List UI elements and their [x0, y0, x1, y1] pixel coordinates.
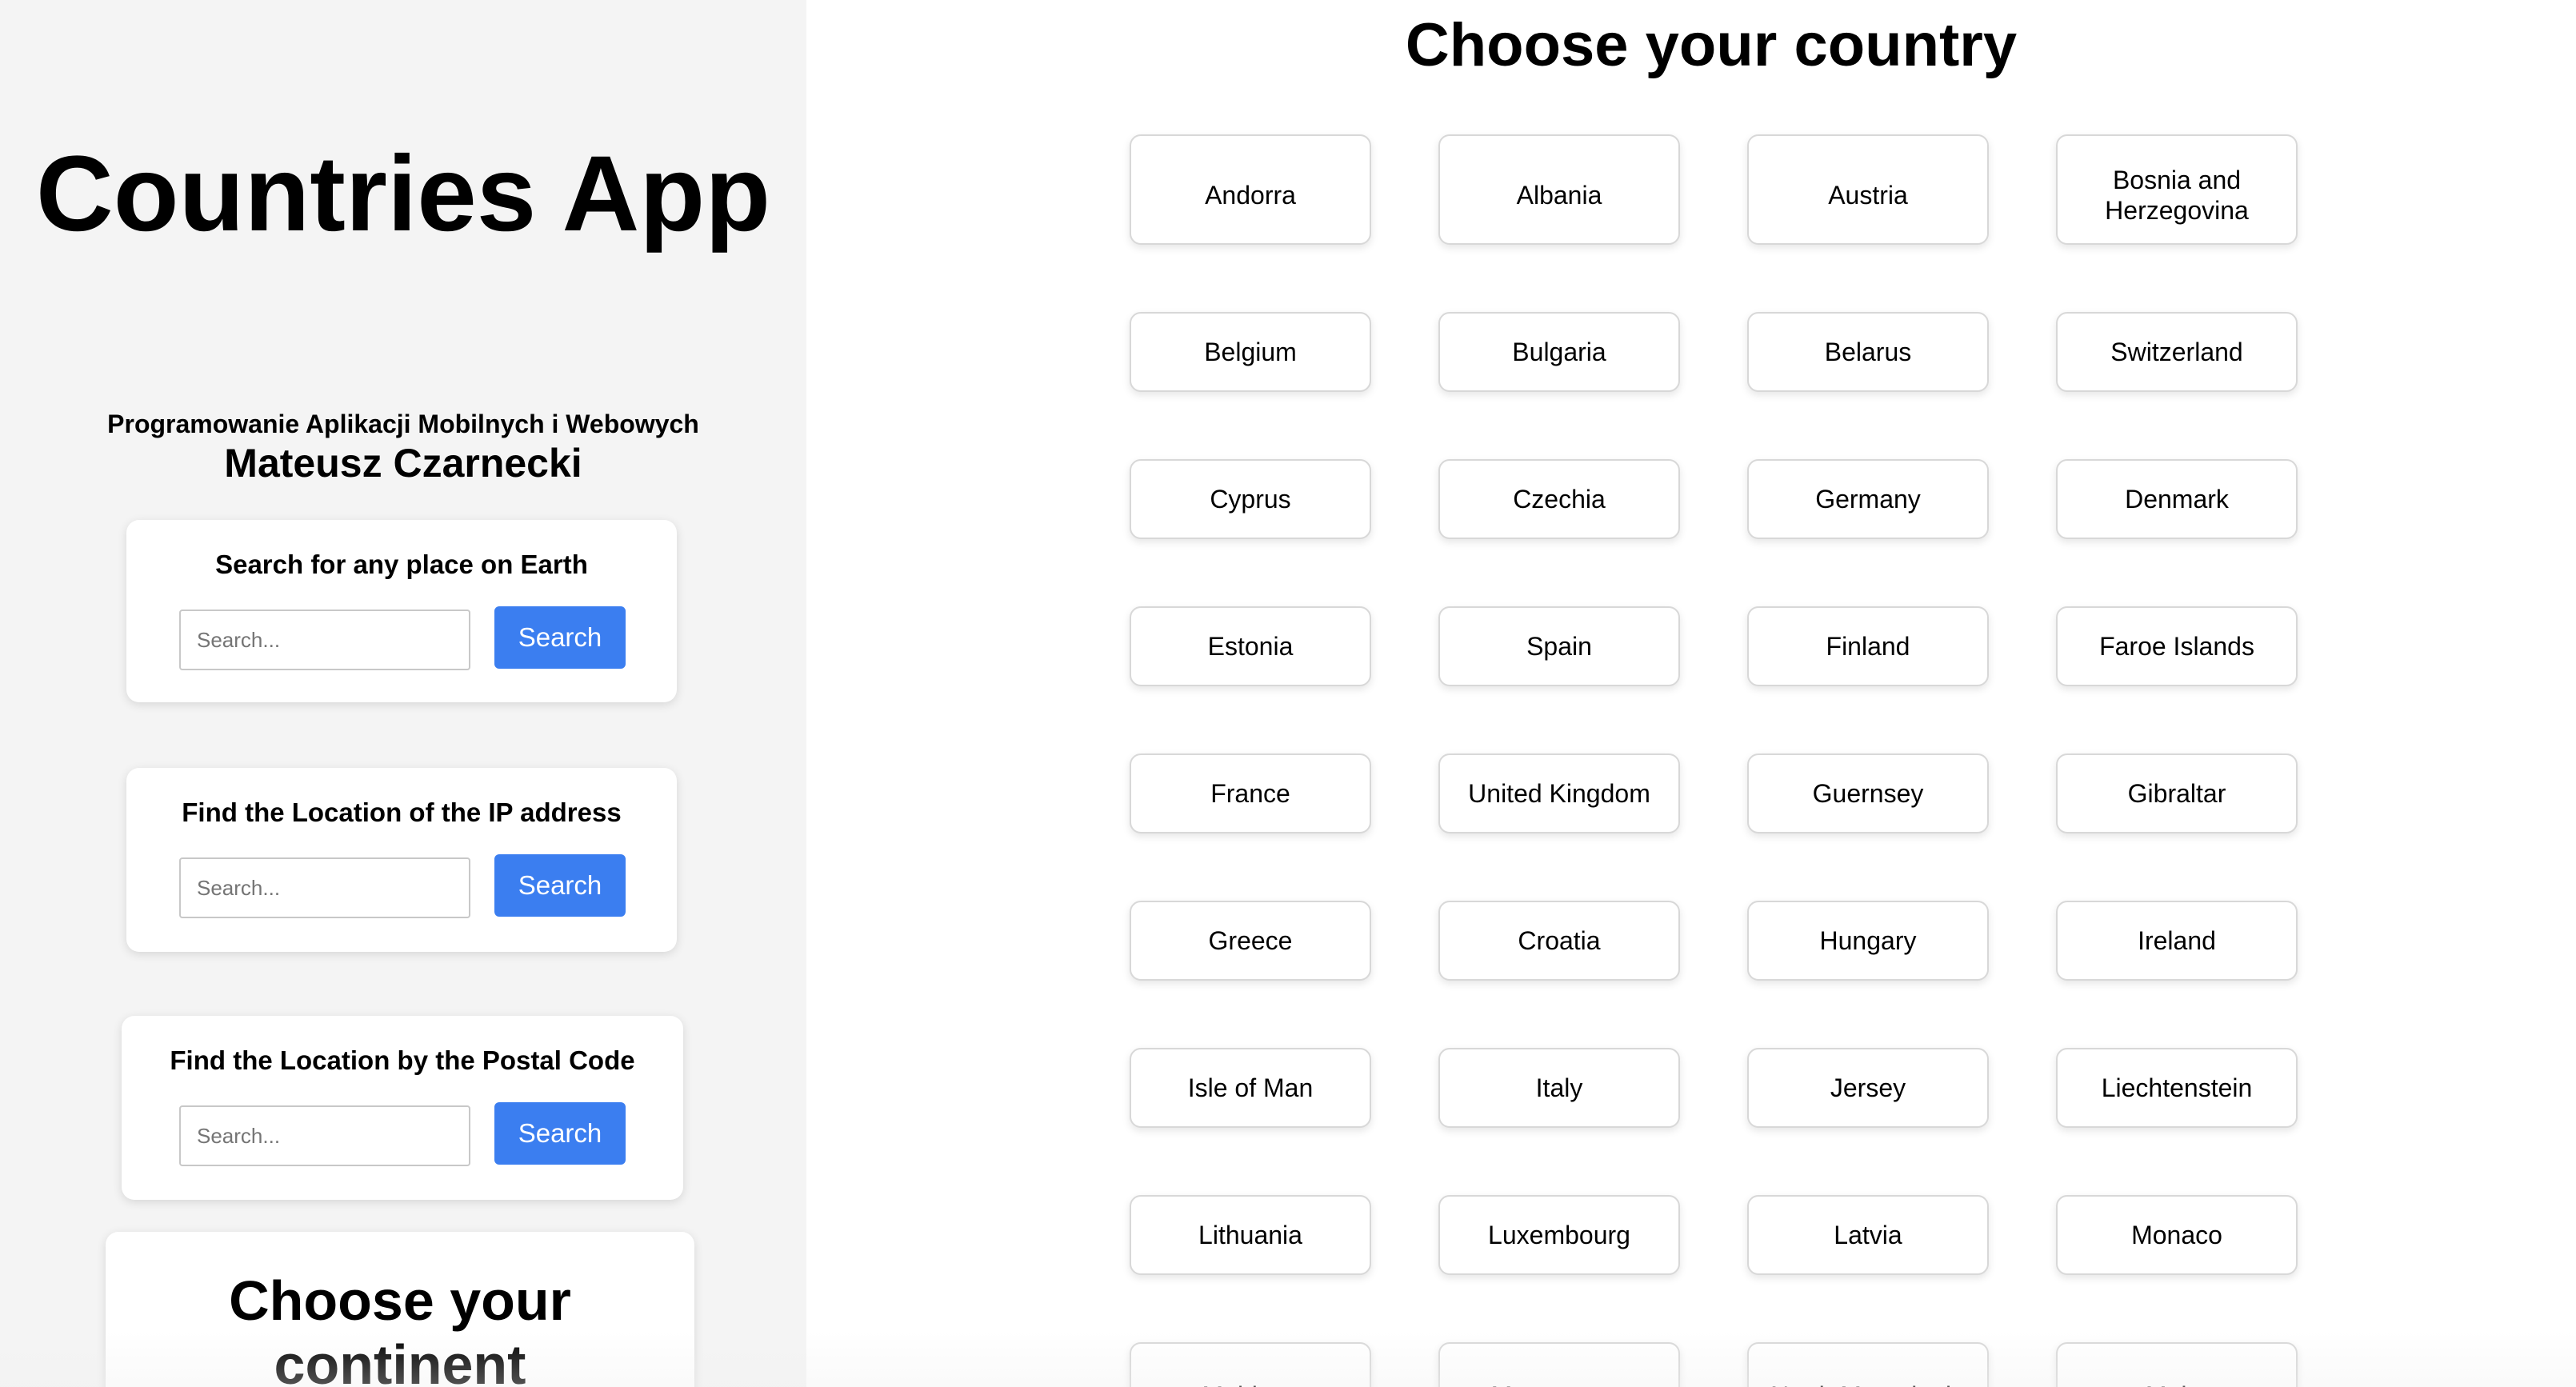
country-button[interactable]: Faroe Islands [2056, 606, 2298, 686]
country-button[interactable]: Ireland [2056, 901, 2298, 981]
place-search-button[interactable]: Search [494, 606, 626, 669]
country-button[interactable]: Albania [1438, 134, 1680, 245]
country-button[interactable]: Andorra [1130, 134, 1371, 245]
country-button[interactable]: Italy [1438, 1048, 1680, 1128]
postal-search-input[interactable] [179, 1105, 470, 1166]
country-button[interactable]: Liechtenstein [2056, 1048, 2298, 1128]
country-button[interactable]: Guernsey [1747, 753, 1989, 833]
continent-card: Choose your continent [106, 1232, 694, 1387]
postal-search-button[interactable]: Search [494, 1102, 626, 1165]
country-button[interactable]: Bosnia and Herzegovina [2056, 134, 2298, 245]
country-button[interactable]: Jersey [1747, 1048, 1989, 1128]
app: Countries App Programowanie Aplikacji Mo… [0, 0, 2576, 1387]
country-button[interactable]: Cyprus [1130, 459, 1371, 539]
country-button[interactable]: United Kingdom [1438, 753, 1680, 833]
course-subtitle: Programowanie Aplikacji Mobilnych i Webo… [107, 410, 699, 438]
country-button[interactable]: Greece [1130, 901, 1371, 981]
country-button[interactable]: Estonia [1130, 606, 1371, 686]
country-button[interactable]: France [1130, 753, 1371, 833]
country-button[interactable]: Spain [1438, 606, 1680, 686]
page-title: Choose your country [1405, 11, 2018, 79]
ip-search-button[interactable]: Search [494, 854, 626, 917]
country-button[interactable]: North Macedonia [1747, 1342, 1989, 1387]
postal-search-title: Find the Location by the Postal Code [170, 1045, 635, 1075]
country-button[interactable]: Luxembourg [1438, 1195, 1680, 1275]
ip-search-title: Find the Location of the IP address [182, 797, 622, 827]
country-button[interactable]: Belgium [1130, 312, 1371, 392]
country-button[interactable]: Moldova [1130, 1342, 1371, 1387]
author-name: Mateusz Czarnecki [224, 441, 582, 486]
continent-title: Choose your continent [229, 1269, 571, 1387]
country-button[interactable]: Finland [1747, 606, 1989, 686]
place-search-input[interactable] [179, 610, 470, 670]
country-button[interactable]: Monaco [2056, 1195, 2298, 1275]
main-panel: Choose your country Andorra Albania Austri… [806, 0, 2576, 1387]
country-button[interactable]: Austria [1747, 134, 1989, 245]
app-title: Countries App [35, 134, 771, 254]
country-button[interactable]: Gibraltar [2056, 753, 2298, 833]
ip-search-input[interactable] [179, 857, 470, 918]
country-button[interactable]: Hungary [1747, 901, 1989, 981]
country-button[interactable]: Lithuania [1130, 1195, 1371, 1275]
country-button[interactable]: Latvia [1747, 1195, 1989, 1275]
country-button[interactable]: Denmark [2056, 459, 2298, 539]
ip-search-card: Find the Location of the IP address Sear… [126, 768, 677, 952]
postal-search-card: Find the Location by the Postal Code Sea… [122, 1016, 683, 1200]
country-button[interactable]: Belarus [1747, 312, 1989, 392]
country-button[interactable]: Bulgaria [1438, 312, 1680, 392]
country-button[interactable]: Croatia [1438, 901, 1680, 981]
country-button[interactable]: Isle of Man [1130, 1048, 1371, 1128]
country-button[interactable]: Switzerland [2056, 312, 2298, 392]
country-button[interactable]: Czechia [1438, 459, 1680, 539]
country-button[interactable]: Germany [1747, 459, 1989, 539]
sidebar: Countries App Programowanie Aplikacji Mo… [0, 0, 806, 1387]
country-button[interactable]: Malta [2056, 1342, 2298, 1387]
place-search-card: Search for any place on Earth Search [126, 520, 677, 702]
place-search-title: Search for any place on Earth [215, 550, 588, 579]
country-button[interactable]: Montenegro [1438, 1342, 1680, 1387]
